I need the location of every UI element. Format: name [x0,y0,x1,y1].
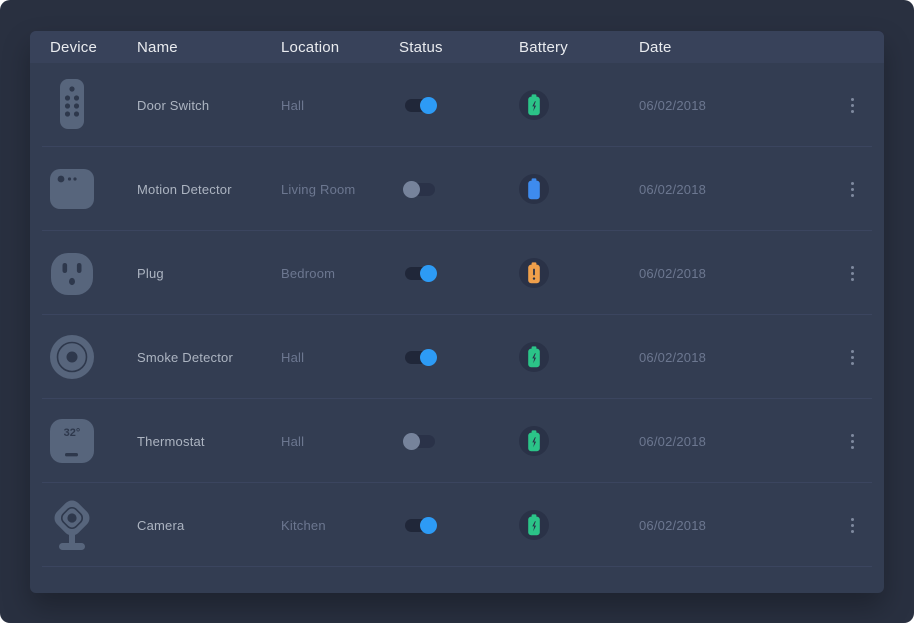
device-date: 06/02/2018 [639,182,828,197]
device-location: Kitchen [281,518,399,533]
devices-table: Device Name Location Status Battery Date… [30,31,884,593]
table-row: 32° Thermostat Hall 06/02/2018 [30,399,884,483]
status-toggle[interactable] [405,435,435,448]
device-name: Plug [137,266,281,281]
column-header-name: Name [137,39,281,56]
column-header-date: Date [639,39,828,56]
toggle-knob [420,517,437,534]
table-row: Smoke Detector Hall 06/02/2018 [30,315,884,399]
device-location: Hall [281,434,399,449]
table-body: Door Switch Hall 06/02/2018 Motion Detec… [30,63,884,567]
battery-green-charging-icon [519,426,549,456]
device-location: Bedroom [281,266,399,281]
status-toggle[interactable] [405,267,435,280]
device-name: Motion Detector [137,182,281,197]
status-toggle[interactable] [405,99,435,112]
toggle-knob [403,181,420,198]
row-menu-kebab-icon[interactable] [847,178,858,201]
table-row: Motion Detector Living Room 06/02/2018 [30,147,884,231]
thermostat-icon: 32° [50,414,94,468]
device-location: Hall [281,98,399,113]
device-name: Thermostat [137,434,281,449]
row-menu-kebab-icon[interactable] [847,514,858,537]
toggle-knob [420,265,437,282]
battery-green-charging-icon [519,510,549,540]
status-toggle[interactable] [405,183,435,196]
column-header-location: Location [281,39,399,56]
row-menu-kebab-icon[interactable] [847,262,858,285]
table-row: Plug Bedroom 06/02/2018 [30,231,884,315]
motion-detector-icon [50,162,94,216]
status-toggle[interactable] [405,519,435,532]
table-row: Camera Kitchen 06/02/2018 [30,483,884,567]
column-header-battery: Battery [519,39,639,56]
battery-green-charging-icon [519,90,549,120]
device-date: 06/02/2018 [639,266,828,281]
device-location: Living Room [281,182,399,197]
table-row: Door Switch Hall 06/02/2018 [30,63,884,147]
column-header-status: Status [399,39,519,56]
device-location: Hall [281,350,399,365]
device-name: Door Switch [137,98,281,113]
toggle-knob [403,433,420,450]
remote-icon [50,78,94,132]
row-menu-kebab-icon[interactable] [847,430,858,453]
battery-green-charging-icon [519,342,549,372]
battery-orange-warning-icon [519,258,549,288]
device-date: 06/02/2018 [639,518,828,533]
device-name: Smoke Detector [137,350,281,365]
device-date: 06/02/2018 [639,434,828,449]
device-date: 06/02/2018 [639,350,828,365]
toggle-knob [420,97,437,114]
table-header: Device Name Location Status Battery Date [30,31,884,63]
smoke-detector-icon [50,330,94,384]
status-toggle[interactable] [405,351,435,364]
row-menu-kebab-icon[interactable] [847,94,858,117]
app-background: Device Name Location Status Battery Date… [0,0,914,623]
battery-blue-full-icon [519,174,549,204]
device-name: Camera [137,518,281,533]
camera-icon [50,498,94,552]
plug-icon [50,246,94,300]
svg-text:32°: 32° [64,427,81,439]
column-header-device: Device [50,39,137,56]
device-date: 06/02/2018 [639,98,828,113]
toggle-knob [420,349,437,366]
row-menu-kebab-icon[interactable] [847,346,858,369]
